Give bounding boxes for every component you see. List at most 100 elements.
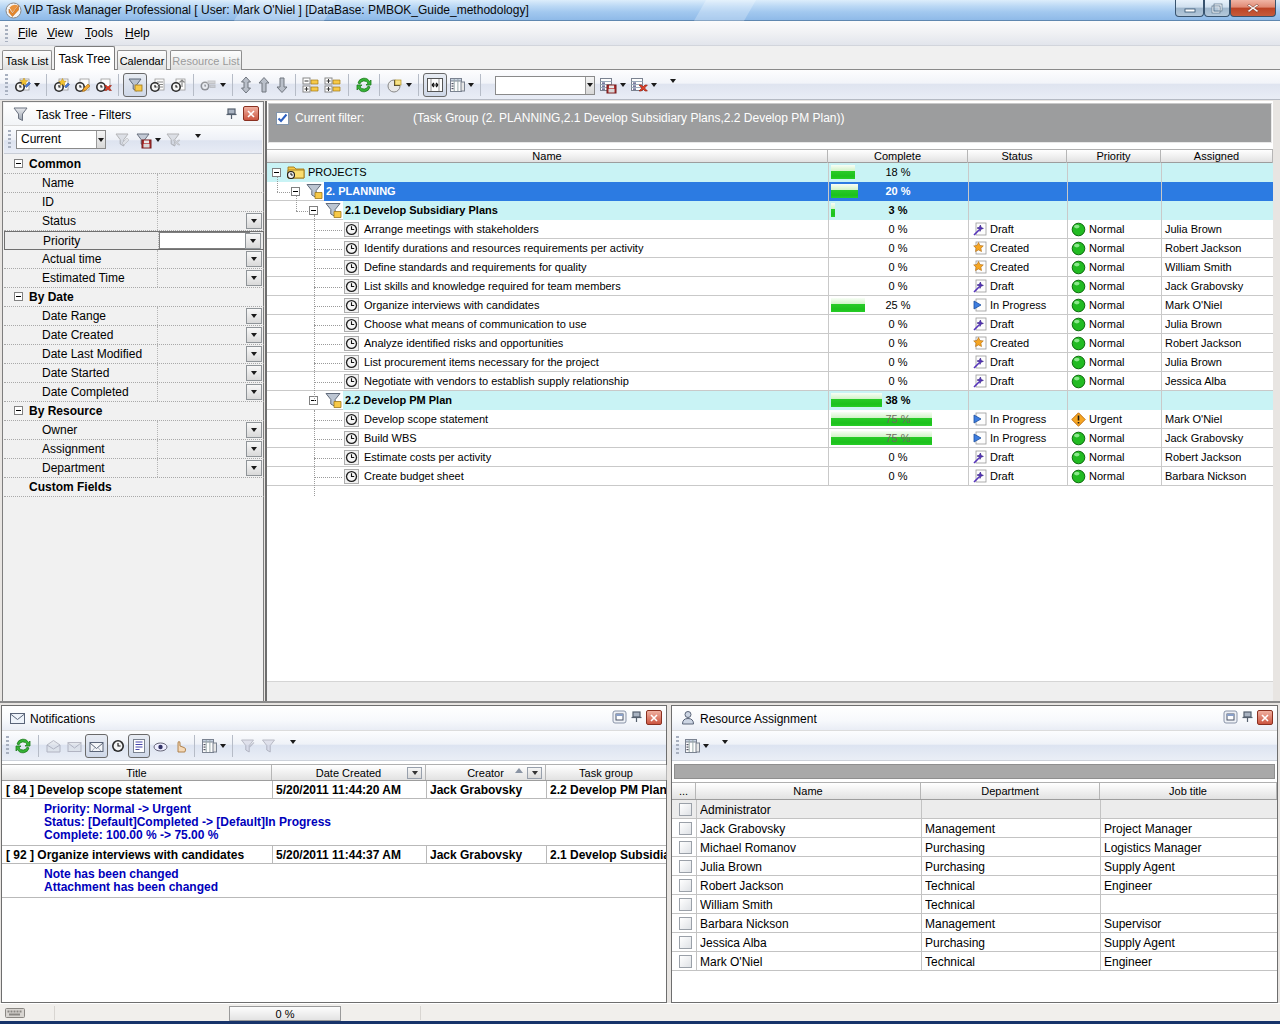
toolbar-grid-save-button[interactable]	[597, 73, 628, 97]
collapse-icon[interactable]	[14, 159, 23, 168]
resource-row-jessica-alba[interactable]: Jessica AlbaPurchasingSupply Agent	[672, 933, 1277, 952]
filter-row-by-date[interactable]: By Date	[4, 288, 264, 307]
toolbar-overflow-button[interactable]	[719, 744, 728, 756]
task-row-negotiate-with-vendors-to-establish-supply-relationship[interactable]: Negotiate with vendors to establish supp…	[267, 372, 1273, 391]
notification-row[interactable]: [ 84 ] Develop scope statement5/20/2011 …	[2, 781, 666, 799]
column-header-task-group[interactable]: Task group	[546, 765, 667, 780]
notifications-clock-small-button[interactable]	[108, 734, 128, 758]
task-row-identify-durations-and-resources-requirements-per-activity[interactable]: Identify durations and resources require…	[267, 239, 1273, 258]
column-header-job-title[interactable]: Job title	[1100, 783, 1277, 799]
filter-row-date-completed[interactable]: Date Completed	[4, 383, 264, 402]
filter-dropdown-button[interactable]	[246, 327, 262, 343]
filter-dropdown-button[interactable]	[246, 251, 262, 267]
toolbar-pie-button[interactable]	[384, 73, 414, 97]
column-header-name[interactable]: Name	[696, 783, 921, 799]
filter-row-date-last-modified[interactable]: Date Last Modified	[4, 345, 264, 364]
combobox-dropdown-button[interactable]	[585, 77, 594, 94]
filter-dropdown-button[interactable]	[246, 441, 262, 457]
row-checkbox[interactable]	[679, 822, 692, 835]
filter-row-date-created[interactable]: Date Created	[4, 326, 264, 345]
task-row-organize-interviews-with-candidates[interactable]: Organize interviews with candidates25 %I…	[267, 296, 1273, 315]
notifications-refresh-button[interactable]	[12, 734, 34, 758]
task-row-list-skills-and-knowledge-required-for-team-members[interactable]: List skills and knowledge required for t…	[267, 277, 1273, 296]
collapse-icon[interactable]	[272, 168, 281, 177]
task-row-develop-scope-statement[interactable]: Develop scope statement75 %In ProgressUr…	[267, 410, 1273, 429]
task-row-2-2-develop-pm-plan[interactable]: 2.2 Develop PM Plan38 %	[267, 391, 1273, 410]
notifications-columns-button[interactable]	[199, 734, 228, 758]
column-header-name[interactable]: Name	[267, 150, 828, 164]
pin-icon[interactable]	[225, 107, 238, 123]
collapse-icon[interactable]	[291, 187, 300, 196]
filter-row-date-started[interactable]: Date Started	[4, 364, 264, 383]
row-checkbox[interactable]	[679, 879, 692, 892]
toolbar-arrow-down-button[interactable]	[273, 73, 291, 97]
notifications-eye-button[interactable]	[150, 734, 171, 758]
filter-row-date-range[interactable]: Date Range	[4, 307, 264, 326]
notifications-mail-button[interactable]	[85, 734, 108, 758]
filter-dropdown-button[interactable]	[245, 233, 261, 249]
menu-file[interactable]: File	[16, 25, 39, 42]
tab-calendar[interactable]: Calendar	[117, 50, 167, 70]
filter-dropdown-button[interactable]	[246, 308, 262, 324]
current-filter-checkbox[interactable]	[276, 112, 289, 125]
collapse-icon[interactable]	[14, 406, 23, 415]
row-checkbox[interactable]	[679, 898, 692, 911]
toolbar-overflow-button[interactable]	[667, 83, 676, 95]
collapse-icon[interactable]	[14, 292, 23, 301]
toolbar-task-new2-button[interactable]	[51, 73, 72, 97]
toolbar-overflow-button[interactable]	[287, 744, 296, 756]
pin-icon[interactable]	[1241, 710, 1254, 726]
filter-dropdown-button[interactable]	[246, 422, 262, 438]
filter-row-status[interactable]: Status	[4, 212, 264, 231]
column-header-complete[interactable]: Complete	[828, 150, 968, 164]
toolbar-columns-button[interactable]	[447, 73, 476, 97]
filter-row-estimated-time[interactable]: Estimated Time	[4, 269, 264, 288]
filter-row-priority[interactable]: Priority	[4, 231, 264, 250]
toolbar-tree-collapse-button[interactable]	[300, 73, 322, 97]
toolbar-task-new-button[interactable]	[12, 73, 42, 97]
close-panel-button[interactable]	[646, 710, 662, 725]
toolbar-filter-funnel-button[interactable]	[123, 73, 147, 97]
toolbar-tree-expand-button[interactable]	[322, 73, 344, 97]
pin-icon[interactable]	[630, 710, 643, 726]
toolbar-task-delete-button[interactable]	[93, 73, 114, 97]
task-row-build-wbs[interactable]: Build WBS75 %In ProgressNormalJack Grabo…	[267, 429, 1273, 448]
toolbar-task-up-button[interactable]	[168, 73, 189, 97]
notification-row[interactable]: [ 92 ] Organize interviews with candidat…	[2, 846, 666, 864]
filter-row-by-resource[interactable]: By Resource	[4, 402, 264, 421]
task-row-projects[interactable]: PROJECTS18 %	[267, 163, 1273, 182]
filter-dropdown-button[interactable]	[246, 384, 262, 400]
column-header-priority[interactable]: Priority	[1067, 150, 1161, 164]
task-row-arrange-meetings-with-stakeholders[interactable]: Arrange meetings with stakeholders0 %Dra…	[267, 220, 1273, 239]
menu-view[interactable]: View	[45, 25, 75, 42]
resource-row-jack-grabovsky[interactable]: Jack GrabovskyManagementProject Manager	[672, 819, 1277, 838]
minimize-button[interactable]	[1175, 0, 1204, 17]
filter-dropdown-button[interactable]	[246, 365, 262, 381]
column-header-department[interactable]: Department	[921, 783, 1100, 799]
filter-dropdown-button[interactable]	[246, 213, 262, 229]
resource-row-michael-romanov[interactable]: Michael RomanovPurchasingLogistics Manag…	[672, 838, 1277, 857]
toolbar-fit-width-button[interactable]	[423, 73, 447, 97]
filter-dropdown-button[interactable]	[527, 767, 542, 779]
tab-task-list[interactable]: Task List	[2, 50, 52, 70]
toolbar-arrow-updown-button[interactable]	[237, 73, 255, 97]
task-row-list-procurement-items-necessary-for-the-project[interactable]: List procurement items necessary for the…	[267, 353, 1273, 372]
restore-panel-button[interactable]	[1223, 710, 1238, 726]
notifications-text-lines-button[interactable]	[128, 734, 150, 758]
tab-resource-list[interactable]: Resource List	[170, 50, 242, 70]
task-row-choose-what-means-of-communication-to-use[interactable]: Choose what means of communication to us…	[267, 315, 1273, 334]
filter-row-common[interactable]: Common	[4, 155, 264, 174]
filter-row-owner[interactable]: Owner	[4, 421, 264, 440]
task-row-2-planning[interactable]: 2. PLANNING20 %	[267, 182, 1273, 201]
filter-preset-combobox[interactable]: Current	[16, 130, 106, 149]
row-checkbox[interactable]	[679, 803, 692, 816]
task-row-create-budget-sheet[interactable]: Create budget sheet0 %DraftNormalBarbara…	[267, 467, 1273, 486]
resource-row-julia-brown[interactable]: Julia BrownPurchasingSupply Agent	[672, 857, 1277, 876]
restore-panel-button[interactable]	[612, 710, 627, 726]
filter-row-assignment[interactable]: Assignment	[4, 440, 264, 459]
column-header-title[interactable]: Title	[2, 765, 272, 780]
task-row-2-1-develop-subsidiary-plans[interactable]: 2.1 Develop Subsidiary Plans3 %	[267, 201, 1273, 220]
toolbar-layout-combobox[interactable]	[495, 76, 595, 95]
toolbar-task-edit-button[interactable]	[72, 73, 93, 97]
filter-value-input[interactable]	[159, 232, 250, 249]
